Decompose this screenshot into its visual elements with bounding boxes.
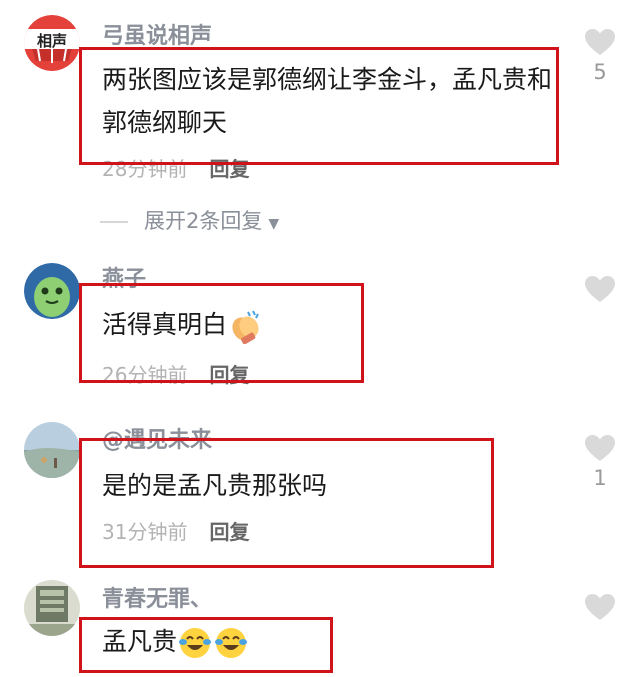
highlight-box [79, 283, 364, 383]
avatar[interactable] [24, 422, 80, 478]
comment-item: 青春无罪、 孟凡贵 [0, 575, 640, 677]
heart-icon [585, 29, 615, 55]
avatar-image-icon [24, 580, 80, 636]
username[interactable]: 青春无罪、 [102, 587, 212, 613]
avatar-label: 相声 [36, 32, 67, 50]
heart-icon [585, 435, 615, 461]
comment-item: 相声 弓虽说相声 两张图应该是郭德纲让李金斗，孟凡贵和郭德纲聊天 28分钟前 回复… [0, 0, 640, 240]
avatar-cartoon-icon [24, 263, 80, 319]
highlight-box [79, 438, 494, 568]
avatar-landscape-icon [24, 422, 80, 478]
highlight-box [79, 47, 559, 165]
like-button[interactable] [584, 593, 616, 621]
avatar[interactable] [24, 263, 80, 319]
expand-replies-link[interactable]: 展开2条回复 ▼ [100, 205, 279, 235]
expand-label: 展开2条回复 [144, 209, 263, 233]
caret-down-icon: ▼ [268, 216, 280, 232]
like-count: 5 [593, 60, 607, 84]
like-button[interactable]: 5 [584, 28, 616, 84]
comment-item: 燕子 活得真明白 26分钟前 回复 [0, 255, 640, 415]
heart-icon [585, 594, 615, 620]
like-count: 1 [593, 466, 607, 490]
heart-icon [585, 276, 615, 302]
highlight-box [79, 617, 333, 673]
avatar[interactable]: 相声 [24, 15, 80, 71]
comment-item: @遇见未来 是的是孟凡贵那张吗 31分钟前 回复 1 [0, 420, 640, 575]
like-button[interactable]: 1 [584, 434, 616, 490]
divider-line [100, 221, 128, 223]
like-button[interactable] [584, 275, 616, 303]
avatar[interactable] [24, 580, 80, 636]
